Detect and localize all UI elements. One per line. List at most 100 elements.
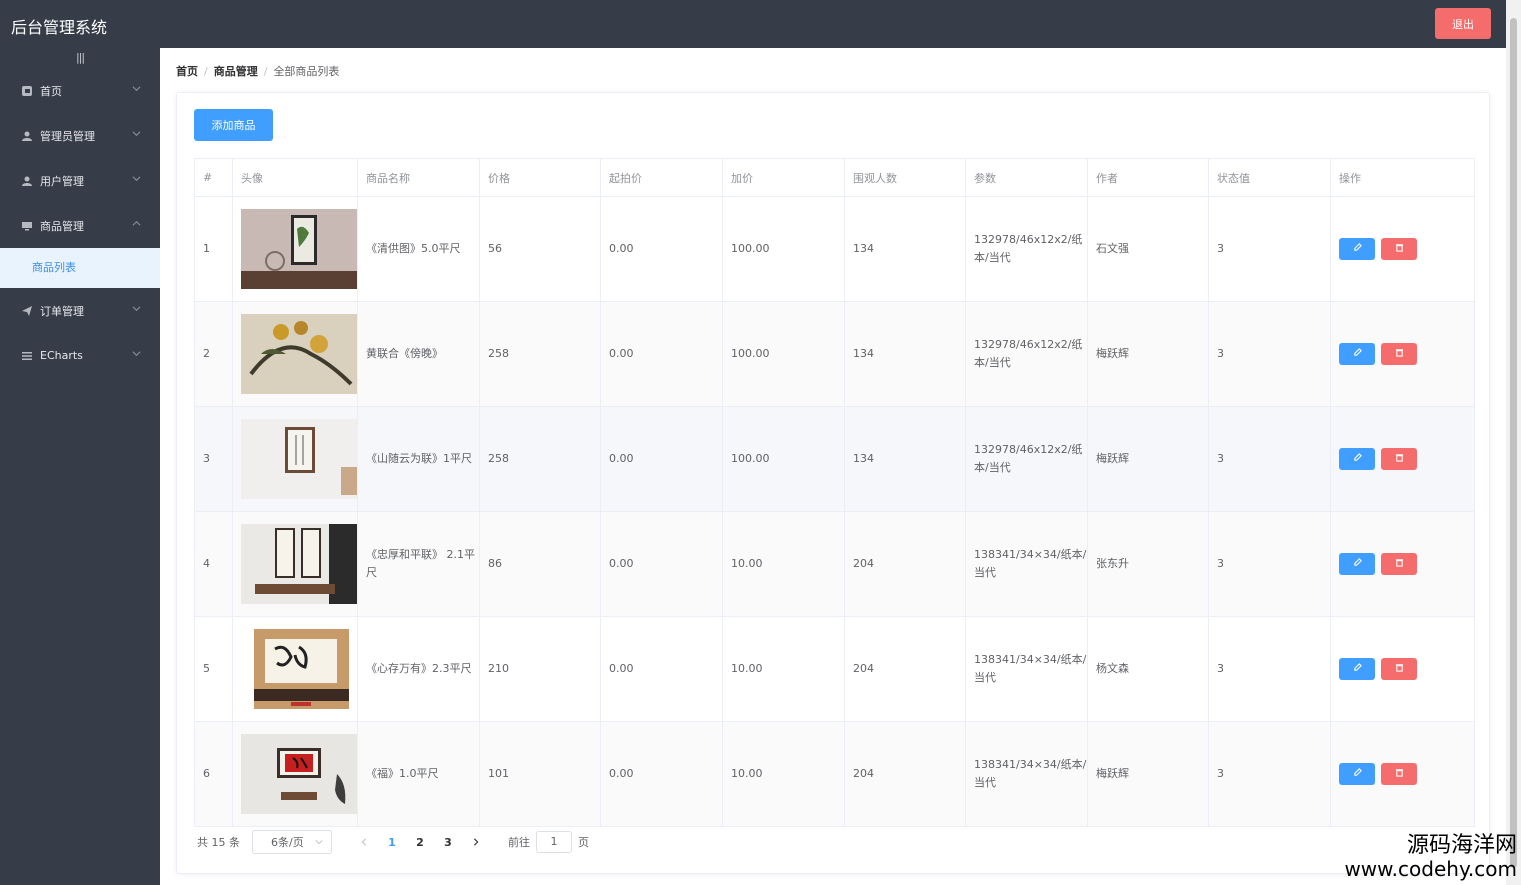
page-jump: 前往 1 页 [508,831,589,853]
column-header: 起拍价 [600,158,723,197]
watermark: 源码海洋网 www.codehy.com [1344,834,1517,881]
cell-thumb [232,511,358,617]
chevron-down-icon [132,129,142,139]
breadcrumb-goods[interactable]: 商品管理 [214,65,258,78]
column-header: 价格 [479,158,601,197]
pencil-icon [1353,558,1362,566]
cell-price: 258 [479,406,601,512]
page-number[interactable]: 1 [378,836,406,849]
cell-thumb [232,406,358,512]
chevron-down-icon [132,84,142,94]
cell-thumb [232,301,358,407]
page-number[interactable]: 2 [406,836,434,849]
cell-increment: 100.00 [722,406,845,512]
next-page-button[interactable] [462,836,490,849]
edit-button[interactable] [1339,763,1375,785]
delete-button[interactable] [1381,658,1417,680]
content-card: 添加商品 # 头像 商品名称 价格 起拍价 加价 围观人数 参数 作者 状态值 … [176,92,1490,874]
breadcrumb-home[interactable]: 首页 [176,65,198,78]
cell-actions [1330,406,1475,512]
cell-actions [1330,196,1475,302]
sidebar-subitem-goods-list[interactable]: 商品列表 [0,248,160,288]
prev-page-button[interactable] [350,836,378,849]
delete-button[interactable] [1381,553,1417,575]
chevron-up-icon [132,219,142,229]
add-goods-button[interactable]: 添加商品 [194,109,273,141]
pagination-total: 共 15 条 [197,836,240,849]
breadcrumb: 首页 / 商品管理 / 全部商品列表 [176,65,340,78]
sidebar-item-orders[interactable]: 订单管理 [0,288,160,333]
sidebar-item-home[interactable]: 首页 [0,68,160,113]
breadcrumb-current: 全部商品列表 [273,65,340,78]
sidebar-item-label: 首页 [40,84,62,98]
collapse-toggle[interactable]: ||| [0,48,160,68]
chevron-down-icon [315,836,323,849]
cell-price: 86 [479,511,601,617]
cell-price: 210 [479,616,601,722]
column-header: 头像 [232,158,358,197]
edit-button[interactable] [1339,658,1375,680]
scrollbar-thumb[interactable] [1510,18,1517,868]
cell-name: 《忠厚和平联》 2.1平尺 [357,511,480,617]
cell-price: 101 [479,721,601,827]
cell-thumb [232,196,358,302]
pencil-icon [1353,348,1362,356]
cell-start-price: 0.00 [600,406,723,512]
goto-input[interactable]: 1 [536,831,572,853]
edit-button[interactable] [1339,553,1375,575]
page-scrollbar[interactable] [1506,0,1521,885]
table-row: 6 《福》1.0平尺 101 0.00 10.00 204 138341/34×… [194,721,1475,827]
trash-icon [1395,244,1403,252]
cell-author: 梅跃辉 [1087,301,1209,407]
trash-icon [1395,349,1403,357]
edit-button[interactable] [1339,343,1375,365]
cell-name: 《清供图》5.0平尺 [357,196,480,302]
cell-params: 138341/34×34/纸本/当代 [965,511,1088,617]
cell-start-price: 0.00 [600,196,723,302]
cell-author: 梅跃辉 [1087,721,1209,827]
sidebar-item-admins[interactable]: 管理员管理 [0,113,160,158]
goto-label: 前往 [508,836,530,849]
edit-button[interactable] [1339,448,1375,470]
cell-start-price: 0.00 [600,301,723,407]
cell-name: 黄联合《傍晚》 [357,301,480,407]
sidebar-item-label: 订单管理 [40,304,84,318]
cell-status: 3 [1208,406,1331,512]
logout-button[interactable]: 退出 [1435,8,1491,39]
chevron-left-icon [361,837,366,846]
cell-author: 梅跃辉 [1087,406,1209,512]
cell-viewers: 134 [844,301,966,407]
user-icon [20,129,34,143]
page-number[interactable]: 3 [434,836,462,849]
cell-params: 132978/46x12x2/纸本/当代 [965,406,1088,512]
cell-increment: 10.00 [722,511,845,617]
cell-viewers: 204 [844,721,966,827]
cell-actions [1330,301,1475,407]
product-image [241,629,357,709]
sidebar-item-users[interactable]: 用户管理 [0,158,160,203]
main-content: 首页 / 商品管理 / 全部商品列表 添加商品 # 头像 商品名称 价格 起拍价 加价 … [160,48,1506,885]
delete-button[interactable] [1381,448,1417,470]
sidebar-item-goods[interactable]: 商品管理 [0,203,160,248]
cell-start-price: 0.00 [600,511,723,617]
cell-author: 杨文森 [1087,616,1209,722]
sidebar-item-echarts[interactable]: ECharts [0,333,160,378]
cell-status: 3 [1208,196,1331,302]
cell-name: 《山随云为联》1平尺 [357,406,480,512]
sidebar-item-label: 商品管理 [40,219,84,233]
column-header: 状态值 [1208,158,1331,197]
edit-button[interactable] [1339,238,1375,260]
delete-button[interactable] [1381,238,1417,260]
cell-author: 张东升 [1087,511,1209,617]
page-size-select[interactable]: 6条/页 [252,830,332,854]
column-header: 加价 [722,158,845,197]
sidebar: ||| 首页 管理员管理 用户管理 商品管理 商品列表 订单管理 ECharts [0,48,160,885]
table-row: 1 《清供图》5.0平尺 56 0.00 100.00 134 132978/4… [194,196,1475,302]
cell-thumb [232,721,358,827]
column-header: 商品名称 [357,158,480,197]
top-header: 后台管理系统 退出 [0,0,1521,48]
pencil-icon [1353,243,1362,251]
delete-button[interactable] [1381,763,1417,785]
delete-button[interactable] [1381,343,1417,365]
cell-start-price: 0.00 [600,616,723,722]
